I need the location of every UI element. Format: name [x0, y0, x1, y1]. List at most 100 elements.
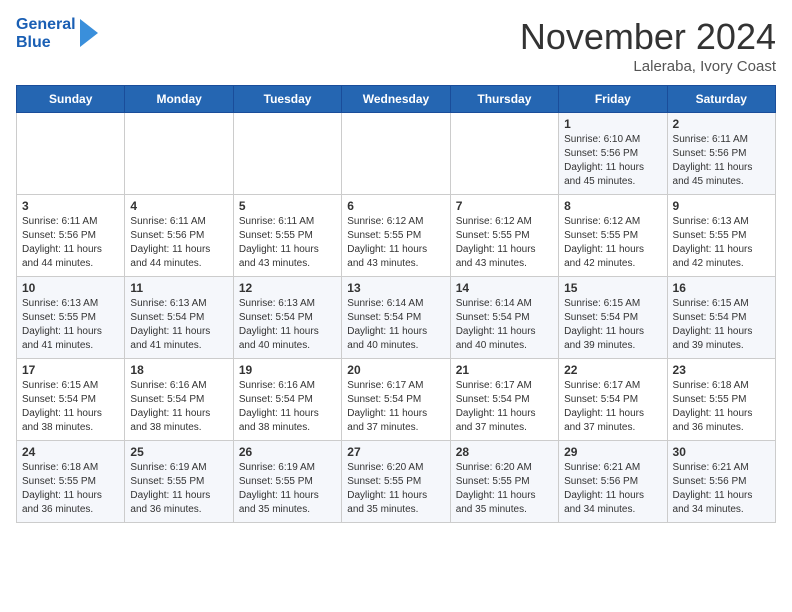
day-info: Sunrise: 6:15 AM Sunset: 5:54 PM Dayligh…	[22, 379, 119, 435]
calendar-cell: 28 Sunrise: 6:20 AM Sunset: 5:55 PM Dayli…	[450, 441, 558, 523]
calendar-cell: 25 Sunrise: 6:19 AM Sunset: 5:55 PM Dayli…	[125, 441, 233, 523]
day-info: Sunrise: 6:14 AM Sunset: 5:54 PM Dayligh…	[347, 297, 444, 353]
day-of-week-header: Saturday	[667, 86, 775, 113]
day-info: Sunrise: 6:21 AM Sunset: 5:56 PM Dayligh…	[564, 461, 661, 517]
calendar-cell: 27 Sunrise: 6:20 AM Sunset: 5:55 PM Dayli…	[342, 441, 450, 523]
calendar-cell: 24Sunrise: 6:18 AM Sunset: 5:55 PM Dayli…	[17, 441, 125, 523]
day-number: 18	[130, 363, 227, 377]
day-number: 5	[239, 199, 336, 213]
calendar-week-row: 10Sunrise: 6:13 AM Sunset: 5:55 PM Dayli…	[17, 277, 776, 359]
calendar-cell: 5 Sunrise: 6:11 AM Sunset: 5:55 PM Daylig…	[233, 195, 341, 277]
day-number: 30	[673, 445, 770, 459]
day-info: Sunrise: 6:11 AM Sunset: 5:56 PM Dayligh…	[673, 133, 770, 189]
calendar-cell: 17 Sunrise: 6:15 AM Sunset: 5:54 PM Dayli…	[17, 359, 125, 441]
day-number: 25	[130, 445, 227, 459]
calendar-cell	[17, 113, 125, 195]
calendar-cell: 7Sunrise: 6:12 AM Sunset: 5:55 PM Daylig…	[450, 195, 558, 277]
day-number: 20	[347, 363, 444, 377]
day-of-week-header: Tuesday	[233, 86, 341, 113]
day-info: Sunrise: 6:20 AM Sunset: 5:55 PM Dayligh…	[456, 461, 553, 517]
calendar-week-row: 3Sunrise: 6:11 AM Sunset: 5:56 PM Daylig…	[17, 195, 776, 277]
month-title: November 2024	[520, 16, 776, 58]
day-info: Sunrise: 6:18 AM Sunset: 5:55 PM Dayligh…	[673, 379, 770, 435]
day-info: Sunrise: 6:17 AM Sunset: 5:54 PM Dayligh…	[347, 379, 444, 435]
day-number: 22	[564, 363, 661, 377]
day-number: 17	[22, 363, 119, 377]
day-number: 27	[347, 445, 444, 459]
location-subtitle: Laleraba, Ivory Coast	[520, 58, 776, 75]
day-number: 4	[130, 199, 227, 213]
logo-text: General Blue	[16, 16, 76, 53]
day-info: Sunrise: 6:16 AM Sunset: 5:54 PM Dayligh…	[130, 379, 227, 435]
day-info: Sunrise: 6:11 AM Sunset: 5:56 PM Dayligh…	[22, 215, 119, 271]
calendar-cell: 12 Sunrise: 6:13 AM Sunset: 5:54 PM Dayli…	[233, 277, 341, 359]
calendar-week-row: 1 Sunrise: 6:10 AM Sunset: 5:56 PM Daylig…	[17, 113, 776, 195]
day-info: Sunrise: 6:12 AM Sunset: 5:55 PM Dayligh…	[564, 215, 661, 271]
day-of-week-header: Monday	[125, 86, 233, 113]
day-info: Sunrise: 6:20 AM Sunset: 5:55 PM Dayligh…	[347, 461, 444, 517]
calendar-cell: 16 Sunrise: 6:15 AM Sunset: 5:54 PM Dayli…	[667, 277, 775, 359]
calendar-week-row: 17 Sunrise: 6:15 AM Sunset: 5:54 PM Dayli…	[17, 359, 776, 441]
day-info: Sunrise: 6:14 AM Sunset: 5:54 PM Dayligh…	[456, 297, 553, 353]
day-info: Sunrise: 6:21 AM Sunset: 5:56 PM Dayligh…	[673, 461, 770, 517]
day-number: 6	[347, 199, 444, 213]
day-info: Sunrise: 6:10 AM Sunset: 5:56 PM Dayligh…	[564, 133, 661, 189]
calendar-cell: 11Sunrise: 6:13 AM Sunset: 5:54 PM Dayli…	[125, 277, 233, 359]
day-info: Sunrise: 6:11 AM Sunset: 5:55 PM Dayligh…	[239, 215, 336, 271]
day-info: Sunrise: 6:15 AM Sunset: 5:54 PM Dayligh…	[564, 297, 661, 353]
day-info: Sunrise: 6:17 AM Sunset: 5:54 PM Dayligh…	[456, 379, 553, 435]
calendar-cell: 10Sunrise: 6:13 AM Sunset: 5:55 PM Dayli…	[17, 277, 125, 359]
calendar-cell	[125, 113, 233, 195]
day-number: 26	[239, 445, 336, 459]
day-number: 23	[673, 363, 770, 377]
day-number: 29	[564, 445, 661, 459]
day-number: 15	[564, 281, 661, 295]
day-info: Sunrise: 6:19 AM Sunset: 5:55 PM Dayligh…	[130, 461, 227, 517]
day-of-week-header: Thursday	[450, 86, 558, 113]
calendar-cell: 2 Sunrise: 6:11 AM Sunset: 5:56 PM Daylig…	[667, 113, 775, 195]
day-info: Sunrise: 6:18 AM Sunset: 5:55 PM Dayligh…	[22, 461, 119, 517]
calendar-cell: 13 Sunrise: 6:14 AM Sunset: 5:54 PM Dayli…	[342, 277, 450, 359]
day-info: Sunrise: 6:16 AM Sunset: 5:54 PM Dayligh…	[239, 379, 336, 435]
page-header: General Blue November 2024 Laleraba, Ivo…	[16, 16, 776, 75]
day-info: Sunrise: 6:15 AM Sunset: 5:54 PM Dayligh…	[673, 297, 770, 353]
day-number: 19	[239, 363, 336, 377]
day-number: 1	[564, 117, 661, 131]
calendar-cell: 26 Sunrise: 6:19 AM Sunset: 5:55 PM Dayli…	[233, 441, 341, 523]
calendar-cell: 3Sunrise: 6:11 AM Sunset: 5:56 PM Daylig…	[17, 195, 125, 277]
day-info: Sunrise: 6:12 AM Sunset: 5:55 PM Dayligh…	[347, 215, 444, 271]
day-info: Sunrise: 6:13 AM Sunset: 5:54 PM Dayligh…	[130, 297, 227, 353]
day-number: 14	[456, 281, 553, 295]
day-info: Sunrise: 6:13 AM Sunset: 5:55 PM Dayligh…	[22, 297, 119, 353]
day-info: Sunrise: 6:13 AM Sunset: 5:54 PM Dayligh…	[239, 297, 336, 353]
day-of-week-header: Friday	[559, 86, 667, 113]
calendar-cell: 19 Sunrise: 6:16 AM Sunset: 5:54 PM Dayli…	[233, 359, 341, 441]
calendar-cell: 23 Sunrise: 6:18 AM Sunset: 5:55 PM Dayli…	[667, 359, 775, 441]
day-number: 9	[673, 199, 770, 213]
calendar-cell: 8Sunrise: 6:12 AM Sunset: 5:55 PM Daylig…	[559, 195, 667, 277]
day-of-week-header: Wednesday	[342, 86, 450, 113]
calendar-cell: 22 Sunrise: 6:17 AM Sunset: 5:54 PM Dayli…	[559, 359, 667, 441]
calendar-cell: 20 Sunrise: 6:17 AM Sunset: 5:54 PM Dayli…	[342, 359, 450, 441]
day-number: 21	[456, 363, 553, 377]
day-number: 12	[239, 281, 336, 295]
day-number: 13	[347, 281, 444, 295]
logo: General Blue	[16, 16, 98, 53]
day-info: Sunrise: 6:11 AM Sunset: 5:56 PM Dayligh…	[130, 215, 227, 271]
day-number: 2	[673, 117, 770, 131]
calendar-cell: 21 Sunrise: 6:17 AM Sunset: 5:54 PM Dayli…	[450, 359, 558, 441]
calendar-header: SundayMondayTuesdayWednesdayThursdayFrid…	[17, 86, 776, 113]
day-info: Sunrise: 6:17 AM Sunset: 5:54 PM Dayligh…	[564, 379, 661, 435]
calendar-cell	[342, 113, 450, 195]
day-number: 16	[673, 281, 770, 295]
day-number: 28	[456, 445, 553, 459]
calendar-cell: 14 Sunrise: 6:14 AM Sunset: 5:54 PM Dayli…	[450, 277, 558, 359]
calendar-cell: 29 Sunrise: 6:21 AM Sunset: 5:56 PM Dayli…	[559, 441, 667, 523]
calendar-cell: 1 Sunrise: 6:10 AM Sunset: 5:56 PM Daylig…	[559, 113, 667, 195]
day-info: Sunrise: 6:19 AM Sunset: 5:55 PM Dayligh…	[239, 461, 336, 517]
day-number: 7	[456, 199, 553, 213]
header-row: SundayMondayTuesdayWednesdayThursdayFrid…	[17, 86, 776, 113]
title-block: November 2024 Laleraba, Ivory Coast	[520, 16, 776, 75]
calendar-cell	[233, 113, 341, 195]
calendar-table: SundayMondayTuesdayWednesdayThursdayFrid…	[16, 85, 776, 523]
